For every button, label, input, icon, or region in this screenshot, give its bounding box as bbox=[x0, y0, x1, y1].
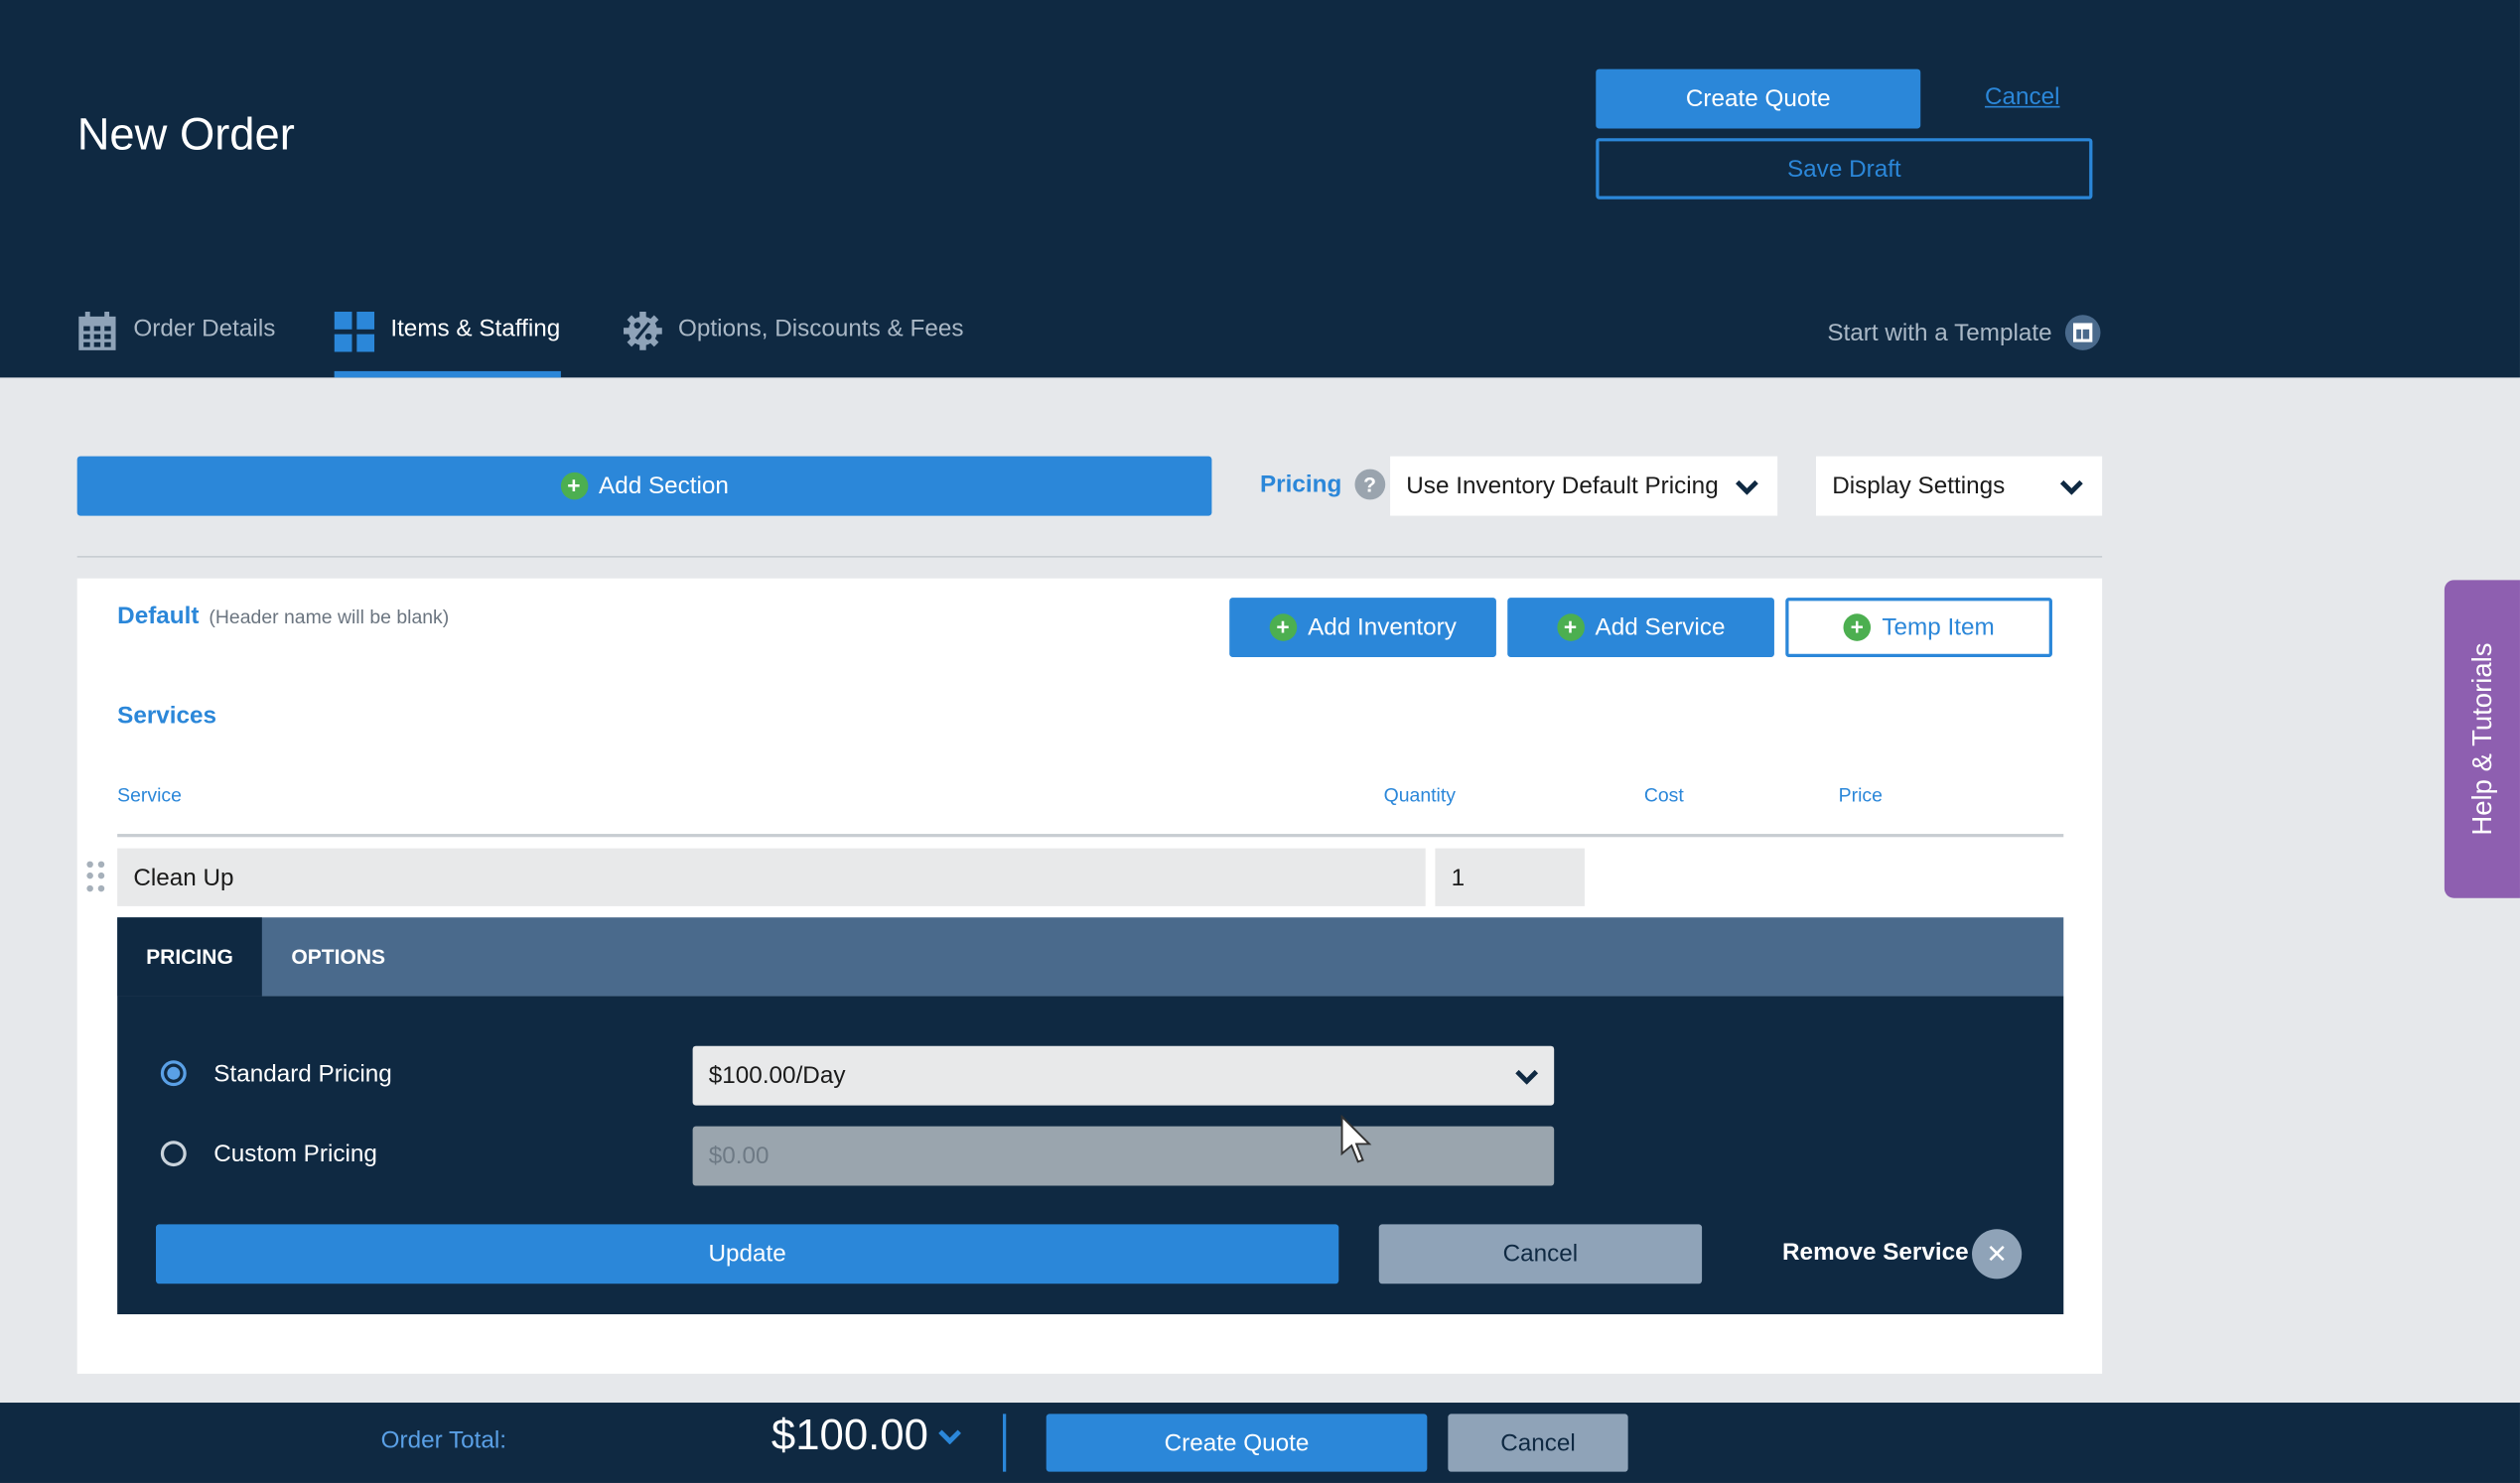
help-tutorials-tab[interactable]: Help & Tutorials bbox=[2444, 580, 2520, 898]
page-title: New Order bbox=[76, 109, 295, 160]
services-title: Services bbox=[117, 702, 217, 730]
display-settings-select[interactable]: Display Settings bbox=[1816, 456, 2103, 516]
drag-handle-icon[interactable] bbox=[86, 861, 105, 893]
column-header-quantity: Quantity bbox=[1383, 783, 1456, 807]
tab-label: Order Details bbox=[133, 315, 276, 342]
tab-options[interactable]: OPTIONS bbox=[262, 917, 415, 996]
service-quantity-input[interactable]: 1 bbox=[1435, 848, 1585, 906]
tab-options-discounts-fees[interactable]: Options, Discounts & Fees bbox=[624, 306, 963, 378]
add-service-label: Add Service bbox=[1595, 613, 1726, 641]
calendar-icon bbox=[78, 312, 116, 350]
grid-icon bbox=[334, 312, 375, 352]
panel-cancel-button[interactable]: Cancel bbox=[1378, 1224, 1703, 1284]
tab-label: Items & Staffing bbox=[390, 315, 561, 342]
cancel-link[interactable]: Cancel bbox=[1985, 83, 2060, 111]
standard-pricing-select[interactable]: $100.00/Day bbox=[692, 1045, 1555, 1106]
standard-pricing-label: Standard Pricing bbox=[213, 1060, 392, 1088]
plus-icon: + bbox=[1269, 613, 1297, 641]
template-link-label: Start with a Template bbox=[1827, 319, 2052, 346]
percent-gear-icon bbox=[624, 312, 662, 350]
add-section-label: Add Section bbox=[599, 472, 729, 500]
standard-pricing-radio[interactable] bbox=[160, 1060, 187, 1087]
help-tutorials-label: Help & Tutorials bbox=[2465, 642, 2497, 836]
tab-pricing[interactable]: PRICING bbox=[117, 917, 262, 997]
custom-pricing-radio[interactable] bbox=[160, 1141, 187, 1167]
template-icon bbox=[2064, 315, 2101, 350]
divider bbox=[76, 556, 2103, 558]
chevron-down-icon bbox=[1515, 1069, 1539, 1084]
order-total-label: Order Total: bbox=[380, 1426, 507, 1454]
footer-divider bbox=[1003, 1414, 1007, 1472]
chevron-down-icon bbox=[2060, 479, 2083, 494]
header-divider bbox=[117, 834, 2064, 838]
section-note: (Header name will be blank) bbox=[209, 606, 450, 628]
chevron-down-icon bbox=[1736, 479, 1758, 494]
service-name-input[interactable]: Clean Up bbox=[117, 848, 1426, 906]
create-quote-button[interactable]: Create Quote bbox=[1596, 68, 1921, 129]
custom-pricing-input[interactable]: $0.00 bbox=[692, 1126, 1555, 1186]
column-header-price: Price bbox=[1838, 783, 1883, 807]
mouse-cursor-icon bbox=[1340, 1115, 1372, 1163]
plus-icon: + bbox=[560, 472, 588, 500]
plus-icon: + bbox=[1556, 613, 1585, 641]
order-total-amount: $100.00 bbox=[770, 1411, 928, 1459]
pricing-label-text: Pricing bbox=[1259, 471, 1342, 498]
save-draft-button[interactable]: Save Draft bbox=[1596, 138, 2093, 200]
plus-icon: + bbox=[1843, 613, 1872, 641]
order-total-value[interactable]: $100.00 bbox=[770, 1411, 961, 1460]
chevron-down-icon bbox=[937, 1428, 961, 1444]
temp-item-label: Temp Item bbox=[1882, 613, 1995, 641]
temp-item-button[interactable]: + Temp Item bbox=[1785, 598, 2052, 658]
pricing-label: Pricing ? bbox=[1259, 469, 1386, 500]
start-template-link[interactable]: Start with a Template bbox=[1827, 315, 2101, 350]
pricing-select[interactable]: Use Inventory Default Pricing bbox=[1390, 456, 1778, 516]
footer-cancel-button[interactable]: Cancel bbox=[1448, 1414, 1628, 1472]
update-button[interactable]: Update bbox=[156, 1224, 1339, 1284]
add-section-button[interactable]: + Add Section bbox=[76, 456, 1212, 516]
section-name[interactable]: Default bbox=[117, 603, 199, 630]
column-header-service: Service bbox=[117, 783, 182, 807]
footer-create-quote-button[interactable]: Create Quote bbox=[1046, 1414, 1428, 1472]
display-settings-label: Display Settings bbox=[1832, 472, 2006, 500]
tab-label: Options, Discounts & Fees bbox=[678, 315, 964, 342]
add-service-button[interactable]: + Add Service bbox=[1507, 598, 1774, 658]
custom-pricing-label: Custom Pricing bbox=[213, 1141, 377, 1168]
standard-pricing-value: $100.00/Day bbox=[708, 1061, 846, 1090]
tab-order-details[interactable]: Order Details bbox=[77, 306, 276, 378]
add-inventory-label: Add Inventory bbox=[1308, 613, 1457, 641]
remove-service-label[interactable]: Remove Service bbox=[1782, 1239, 1969, 1267]
panel-tabs: PRICING OPTIONS bbox=[117, 917, 2064, 997]
tab-items-staffing[interactable]: Items & Staffing bbox=[334, 306, 561, 378]
help-question-icon[interactable]: ? bbox=[1354, 469, 1386, 500]
page: New Order Create Quote Cancel Save Draft… bbox=[0, 0, 2520, 1483]
column-header-cost: Cost bbox=[1643, 783, 1684, 807]
add-inventory-button[interactable]: + Add Inventory bbox=[1229, 598, 1496, 658]
pricing-select-value: Use Inventory Default Pricing bbox=[1406, 472, 1719, 500]
close-icon[interactable]: ✕ bbox=[1972, 1229, 2023, 1280]
